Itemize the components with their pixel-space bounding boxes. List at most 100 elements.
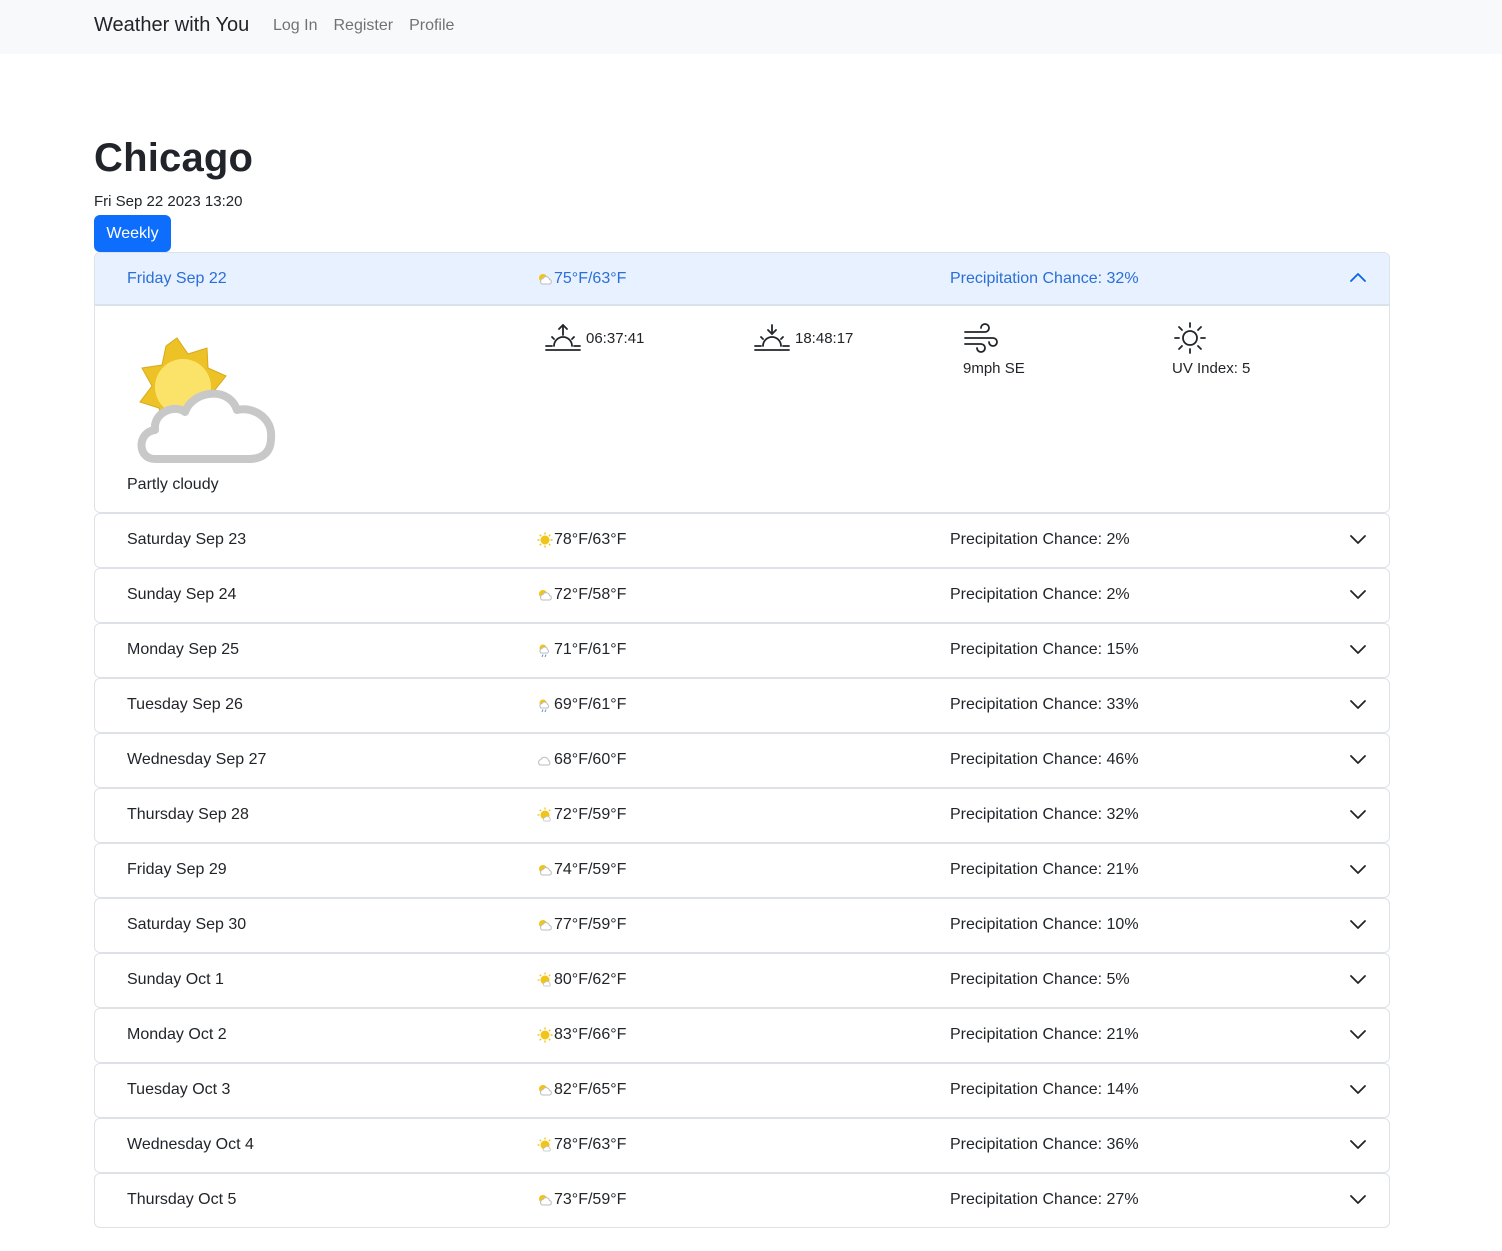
forecast-day: Sunday Oct 1 [127,971,224,988]
forecast-day: Wednesday Oct 4 [127,1136,254,1153]
brand-link[interactable]: Weather with You [94,14,249,37]
forecast-day: Thursday Sep 28 [127,806,249,823]
forecast-header[interactable]: Monday Oct 2 83°F/66°F Precipitation Chanc… [95,1009,1389,1062]
chevron-down-icon[interactable] [1349,805,1367,823]
forecast-header-today[interactable]: Friday Sep 22 75°F/63°F Precipitation Ch… [95,253,1389,306]
forecast-precip: Precipitation Chance: 14% [950,1081,1139,1098]
mostly-sunny-icon [537,807,551,822]
forecast-header[interactable]: Thursday Oct 5 73°F/59°F Precipitation Cha… [95,1174,1389,1227]
partly-cloudy-icon [137,337,276,463]
forecast-precip: Precipitation Chance: 5% [950,971,1130,988]
forecast-item: Sunday Sep 24 72°F/58°F Precipitation Chan… [94,568,1390,623]
nav-links: Log In Register Profile [273,17,454,35]
nav-register-link[interactable]: Register [333,17,393,35]
navbar: Weather with You Log In Register Profile [0,0,1502,54]
forecast-header[interactable]: Tuesday Oct 3 82°F/65°F Precipitation Chan… [95,1064,1389,1117]
forecast-header[interactable]: Wednesday Oct 4 78°F/63°F Precipitation Ch… [95,1119,1389,1172]
forecast-day: Tuesday Oct 3 [127,1081,231,1098]
chevron-down-icon[interactable] [1349,1025,1367,1043]
forecast-precip: Precipitation Chance: 46% [950,751,1139,768]
sunset-time: 18:48:17 [795,329,854,347]
forecast-temp-text: 80°F/62°F [554,971,627,988]
forecast-header[interactable]: Thursday Sep 28 72°F/59°F Precipitation Ch… [95,789,1389,842]
forecast-temp-text: 68°F/60°F [554,751,627,768]
forecast-precip: Precipitation Chance: 21% [950,861,1139,878]
forecast-item-today: Friday Sep 22 75°F/63°F Precipitation Ch… [94,252,1390,513]
forecast-header[interactable]: Sunday Sep 24 72°F/58°F Precipitation Chan… [95,569,1389,622]
chevron-down-icon[interactable] [1349,970,1367,988]
light-rain-icon [539,644,550,658]
forecast-item: Tuesday Oct 3 82°F/65°F Precipitation Chan… [94,1063,1390,1118]
forecast-header[interactable]: Saturday Sep 23 78°F/63°F Precipitation Ch… [95,514,1389,567]
forecast-temp-text: 82°F/65°F [554,1081,627,1098]
sunrise-time: 06:37:41 [586,329,645,347]
forecast-precip: Precipitation Chance: 15% [950,641,1139,658]
nav-profile-link[interactable]: Profile [409,17,454,35]
forecast-temp: 69°F/61°F [537,696,626,714]
forecast-temp: 72°F/59°F [537,806,626,824]
forecast-temp-text: 74°F/59°F [554,861,627,878]
forecast-temp-text: 78°F/63°F [554,1136,627,1153]
forecast-day: Monday Oct 2 [127,1026,227,1043]
mostly-sunny-icon [537,1137,551,1152]
wind-stat: 9mph SE [963,322,1025,377]
forecast-item: Sunday Oct 1 80°F/62°F Precipitation Chanc… [94,953,1390,1008]
forecast-temp-text: 71°F/61°F [554,641,627,658]
uv-stat: UV Index: 5 [1172,322,1250,377]
forecast-item: Saturday Sep 23 78°F/63°F Precipitation Ch… [94,513,1390,568]
forecast-day: Friday Sep 22 [127,270,227,287]
forecast-precip: Precipitation Chance: 2% [950,531,1130,548]
current-datetime: Fri Sep 22 2023 13:20 [94,193,243,210]
chevron-down-icon[interactable] [1349,1135,1367,1153]
forecast-precip: Precipitation Chance: 33% [950,696,1139,713]
chevron-down-icon[interactable] [1349,750,1367,768]
nav-login-link[interactable]: Log In [273,17,317,35]
forecast-day: Thursday Oct 5 [127,1191,237,1208]
forecast-item: Monday Sep 25 71°F/61°F Precipitation Chan… [94,623,1390,678]
forecast-day: Sunday Sep 24 [127,586,237,603]
sunny-icon [537,532,553,548]
forecast-precip: Precipitation Chance: 32% [950,806,1139,823]
forecast-header[interactable]: Saturday Sep 30 77°F/59°F Precipitation Ch… [95,899,1389,952]
chevron-down-icon[interactable] [1349,585,1367,603]
forecast-temp: 83°F/66°F [537,1026,626,1044]
weekly-button[interactable]: Weekly [94,215,171,252]
partly-cloudy-icon [539,920,552,931]
forecast-precip: Precipitation Chance: 2% [950,586,1130,603]
forecast-header[interactable]: Monday Sep 25 71°F/61°F Precipitation Chan… [95,624,1389,677]
forecast-day: Saturday Sep 30 [127,916,247,933]
forecast-temp: 78°F/63°F [537,1136,626,1154]
chevron-down-icon[interactable] [1349,695,1367,713]
forecast-precip: Precipitation Chance: 21% [950,1026,1139,1043]
forecast-temp-text: 72°F/58°F [554,586,627,603]
forecast-body-today: Partly cloudy 06:37:41 18:48:17 9mph SE … [95,306,1389,512]
forecast-header[interactable]: Tuesday Sep 26 69°F/61°F Precipitation Cha… [95,679,1389,732]
forecast-temp: 74°F/59°F [537,861,626,879]
forecast-temp: 68°F/60°F [537,751,626,769]
chevron-down-icon[interactable] [1349,1190,1367,1208]
forecast-accordion: Friday Sep 22 75°F/63°F Precipitation Ch… [94,252,1390,1228]
forecast-header[interactable]: Friday Sep 29 74°F/59°F Precipitation Chan… [95,844,1389,897]
chevron-down-icon[interactable] [1349,860,1367,878]
forecast-item: Tuesday Sep 26 69°F/61°F Precipitation Cha… [94,678,1390,733]
partly-cloudy-icon [539,865,552,876]
forecast-temp-text: 75°F/63°F [554,270,627,287]
forecast-day: Tuesday Sep 26 [127,696,243,713]
chevron-down-icon[interactable] [1349,1080,1367,1098]
wind-icon [964,323,998,353]
sun-icon [1174,322,1206,354]
forecast-precip: Precipitation Chance: 27% [950,1191,1139,1208]
wind-text: 9mph SE [963,360,1025,377]
chevron-down-icon[interactable] [1349,915,1367,933]
forecast-temp: 75°F/63°F [537,270,626,288]
forecast-header[interactable]: Sunday Oct 1 80°F/62°F Precipitation Chanc… [95,954,1389,1007]
forecast-item: Thursday Oct 5 73°F/59°F Precipitation Cha… [94,1173,1390,1228]
forecast-item: Saturday Sep 30 77°F/59°F Precipitation Ch… [94,898,1390,953]
sunny-icon [537,1027,553,1043]
forecast-item: Wednesday Sep 27 68°F/60°F Precipitation C… [94,733,1390,788]
chevron-down-icon[interactable] [1349,640,1367,658]
chevron-down-icon[interactable] [1349,530,1367,548]
forecast-temp: 78°F/63°F [537,531,626,549]
forecast-header[interactable]: Wednesday Sep 27 68°F/60°F Precipitation C… [95,734,1389,787]
chevron-up-icon[interactable] [1349,269,1367,287]
